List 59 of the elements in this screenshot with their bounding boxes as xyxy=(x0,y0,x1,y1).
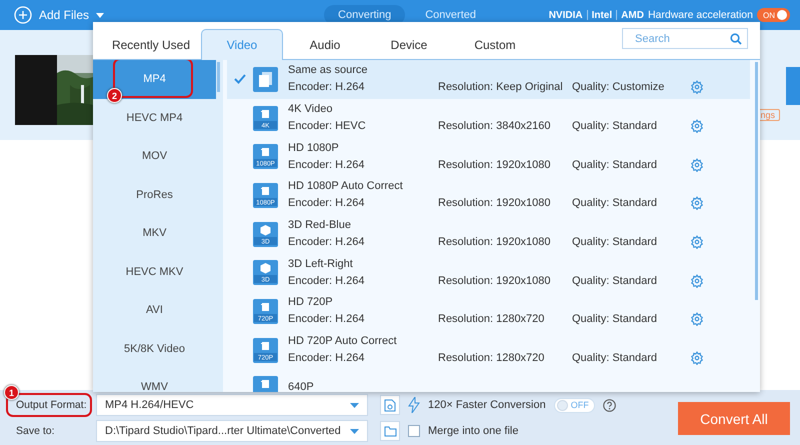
gpu-label: Intel xyxy=(592,10,612,20)
resolution-text: Resolution: 1920x1080 xyxy=(438,274,552,287)
preset-name: Same as source xyxy=(288,64,368,76)
step-badge: 2 xyxy=(107,88,122,103)
preset-name: 4K Video xyxy=(288,103,334,116)
format-category[interactable]: 5K/8K Video xyxy=(93,330,216,368)
encoder-text: Encoder: H.264 xyxy=(288,158,366,171)
gpu-label: AMD xyxy=(621,10,644,20)
encoder-text: Encoder: H.264 xyxy=(288,236,366,248)
preset-name: HD 720P xyxy=(288,296,334,308)
preset-name: 3D Left-Right xyxy=(288,258,354,270)
search-field[interactable]: Search xyxy=(622,28,748,49)
resolution-text: Resolution: 1920x1080 xyxy=(438,158,552,171)
resolution-text: Resolution: 3840x2160 xyxy=(438,120,552,132)
quality-text: Quality: Standard xyxy=(572,158,658,171)
format-category[interactable]: MOV xyxy=(93,137,216,176)
resolution-text: Resolution: 1920x1080 xyxy=(438,197,552,210)
preset-name: HD 1080P Auto Correct xyxy=(288,180,404,192)
format-category[interactable]: ProRes xyxy=(93,176,216,214)
preset-row[interactable]: Same as source Encoder: H.264 Resolution: Keep Original Quality: Customize xyxy=(227,60,750,99)
preset-name: HD 720P Auto Correct xyxy=(288,335,398,348)
gpu-label: NVIDIA xyxy=(548,10,583,20)
encoder-text: Encoder: HEVC xyxy=(288,120,367,132)
resolution-text: Resolution: 1280x720 xyxy=(438,313,546,326)
format-tab[interactable]: Custom xyxy=(451,29,539,60)
format-category[interactable]: AVI xyxy=(93,291,216,330)
encoder-text: Encoder: H.264 xyxy=(288,274,366,287)
format-tab[interactable]: Audio xyxy=(283,29,367,60)
preset-name: 3D Red-Blue xyxy=(288,219,352,232)
merge-label: Merge into one file xyxy=(428,425,518,437)
preset-row[interactable]: 640P xyxy=(227,370,750,392)
save-to-label: Save to: xyxy=(16,425,55,437)
encoder-text: Encoder: H.264 xyxy=(288,352,366,364)
quality-text: Quality: Standard xyxy=(572,352,658,364)
encoder-text: Encoder: H.264 xyxy=(288,197,366,210)
resolution-text: Resolution: Keep Original xyxy=(438,81,564,94)
quality-text: Quality: Standard xyxy=(572,274,658,287)
resolution-text: Resolution: 1280x720 xyxy=(438,352,546,364)
format-category[interactable]: HEVC MKV xyxy=(93,252,216,291)
faster-conversion-label: 120× Faster Conversion xyxy=(428,399,546,411)
quality-text: Quality: Standard xyxy=(572,197,658,210)
save-to-select[interactable]: D:\Tipard Studio\Tipard...rter Ultimate\Converted xyxy=(96,420,368,442)
output-format-select[interactable]: MP4 H.264/HEVC xyxy=(96,394,368,416)
format-tab[interactable]: Recently Used xyxy=(101,29,201,60)
encoder-text: Encoder: H.264 xyxy=(288,81,366,94)
output-format-label: Output Format: xyxy=(16,399,87,411)
quality-text: Quality: Standard xyxy=(572,236,658,248)
resolution-text: Resolution: 1920x1080 xyxy=(438,236,552,248)
format-category[interactable]: MKV xyxy=(93,214,216,252)
quality-text: Quality: Customize xyxy=(572,81,666,94)
hardware-acceleration-label: Hardware acceleration xyxy=(648,9,753,21)
format-tab[interactable]: Device xyxy=(367,29,451,60)
encoder-text: Encoder: H.264 xyxy=(288,313,366,326)
preset-name: 640P xyxy=(288,380,315,392)
quality-text: Quality: Standard xyxy=(572,313,658,326)
preset-name: HD 1080P xyxy=(288,142,340,154)
step-badge: 1 xyxy=(4,385,19,400)
format-category[interactable]: WMV xyxy=(93,368,216,392)
quality-text: Quality: Standard xyxy=(572,120,658,132)
